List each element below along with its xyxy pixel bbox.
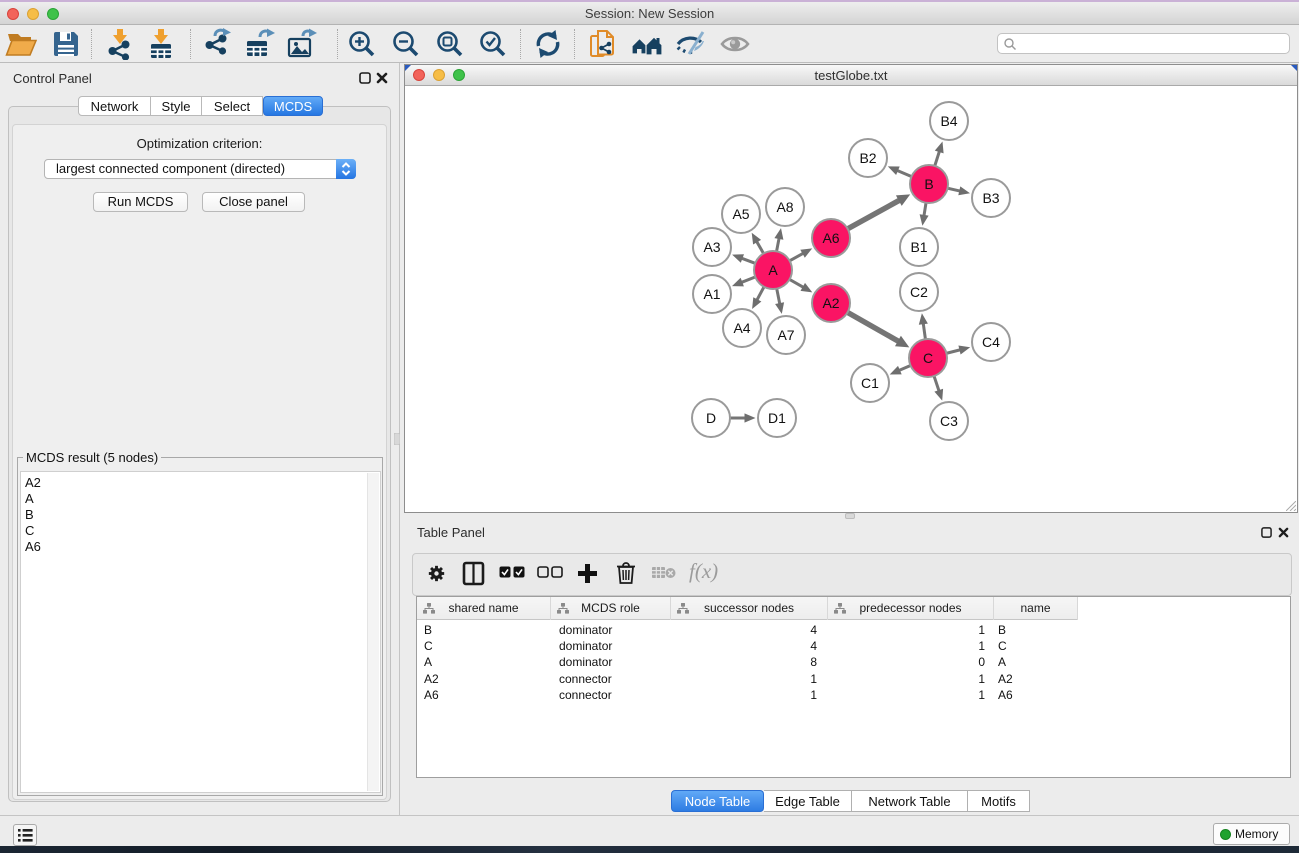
svg-text:A1: A1 [703,286,720,302]
svg-text:C4: C4 [982,334,1000,350]
svg-text:A3: A3 [703,239,720,255]
svg-text:B2: B2 [859,150,876,166]
svg-text:A5: A5 [732,206,749,222]
svg-text:B1: B1 [910,239,927,255]
svg-text:B: B [924,176,933,192]
svg-text:A8: A8 [776,199,793,215]
svg-text:A: A [768,262,778,278]
svg-text:C2: C2 [910,284,928,300]
svg-text:A6: A6 [822,230,839,246]
svg-text:C1: C1 [861,375,879,391]
svg-text:C3: C3 [940,413,958,429]
svg-text:B3: B3 [982,190,999,206]
svg-text:D: D [706,410,716,426]
svg-text:A2: A2 [822,295,839,311]
svg-text:A4: A4 [733,320,750,336]
svg-text:B4: B4 [940,113,957,129]
svg-text:D1: D1 [768,410,786,426]
svg-text:A7: A7 [777,327,794,343]
svg-text:C: C [923,350,933,366]
